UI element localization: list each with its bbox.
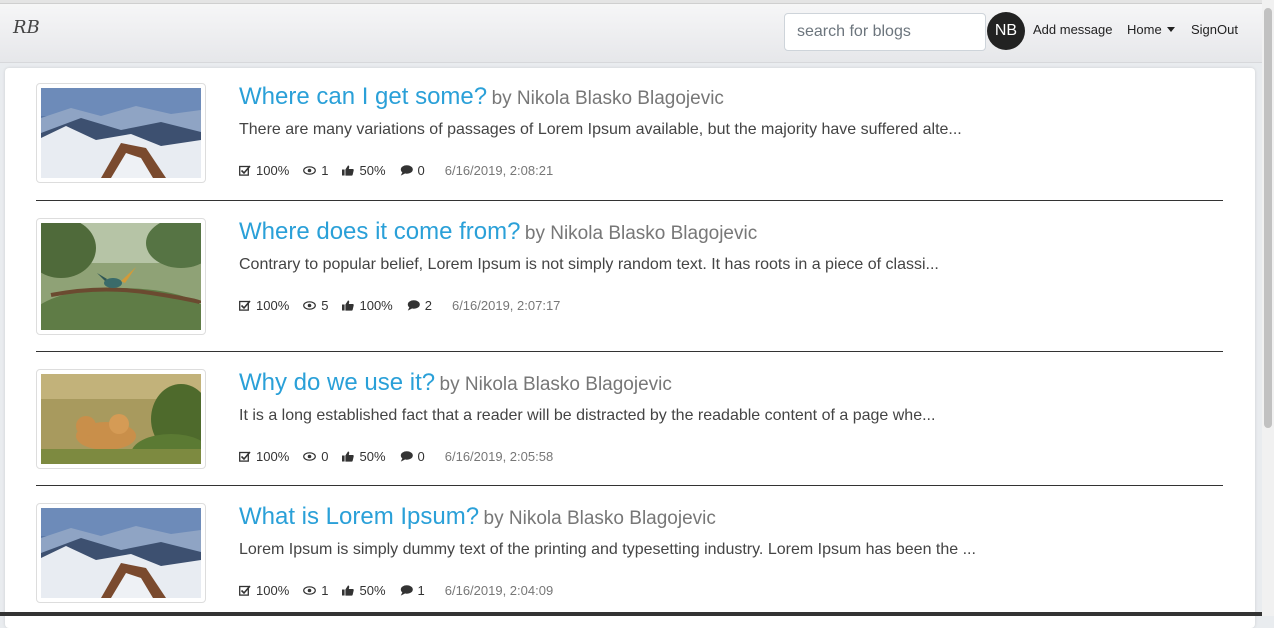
thumbs-up-icon: [342, 451, 355, 462]
comments-stat: 0: [400, 449, 425, 464]
rating-stat: 100%: [239, 583, 289, 598]
post-title-row: Where can I get some? by Nikola Blasko B…: [239, 83, 724, 111]
eye-icon: [303, 166, 317, 175]
post-meta: 100% 0 50% 0 6/16/2019, 2:05:58: [239, 449, 553, 464]
brand-logo[interactable]: RB: [13, 17, 40, 38]
scrollbar-thumb[interactable]: [1264, 8, 1272, 428]
post-title-link[interactable]: Where does it come from?: [239, 218, 520, 245]
rating-stat: 100%: [239, 163, 289, 178]
views-value: 1: [321, 163, 329, 178]
lion-cubs-image: [41, 374, 201, 464]
post-meta: 100% 5 100% 2 6/16/2019, 2:07:17: [239, 298, 560, 313]
eye-icon: [303, 301, 317, 310]
thumbs-up-icon: [342, 300, 355, 311]
check-square-icon: [239, 300, 251, 311]
likes-stat: 50%: [342, 449, 386, 464]
comments-value: 1: [417, 583, 425, 598]
post-title-link[interactable]: Where can I get some?: [239, 83, 487, 110]
check-square-icon: [239, 165, 251, 176]
views-value: 0: [321, 449, 329, 464]
rating-value: 100%: [256, 583, 290, 598]
likes-value: 50%: [359, 163, 386, 178]
comment-icon: [400, 451, 413, 462]
comment-icon: [400, 585, 413, 596]
search-input[interactable]: [784, 13, 986, 51]
blog-post: Why do we use it? by Nikola Blasko Blago…: [36, 369, 1223, 486]
post-thumbnail[interactable]: [36, 218, 206, 335]
home-label: Home: [1127, 22, 1162, 37]
check-square-icon: [239, 585, 251, 596]
blog-post: Where does it come from? by Nikola Blask…: [36, 218, 1223, 352]
post-meta: 100% 1 50% 0 6/16/2019, 2:08:21: [239, 163, 553, 178]
post-author: by Nikola Blasko Blagojevic: [491, 88, 724, 109]
signout-link[interactable]: SignOut: [1191, 22, 1238, 37]
post-meta: 100% 1 50% 1 6/16/2019, 2:04:09: [239, 583, 553, 598]
views-stat: 1: [303, 163, 328, 178]
post-thumbnail[interactable]: [36, 503, 206, 603]
post-thumbnail[interactable]: [36, 369, 206, 469]
blog-post: Where can I get some? by Nikola Blasko B…: [36, 83, 1223, 201]
post-excerpt: It is a long established fact that a rea…: [239, 407, 936, 424]
post-thumbnail[interactable]: [36, 83, 206, 183]
rating-value: 100%: [256, 163, 290, 178]
post-title-row: What is Lorem Ipsum? by Nikola Blasko Bl…: [239, 503, 716, 531]
comments-value: 2: [424, 298, 432, 313]
user-avatar[interactable]: NB: [987, 12, 1025, 50]
comments-stat: 2: [407, 298, 432, 313]
comments-stat: 1: [400, 583, 425, 598]
comments-value: 0: [417, 163, 425, 178]
post-author: by Nikola Blasko Blagojevic: [439, 374, 672, 395]
rating-stat: 100%: [239, 298, 289, 313]
post-date: 6/16/2019, 2:07:17: [451, 298, 561, 313]
post-excerpt: Lorem Ipsum is simply dummy text of the …: [239, 541, 976, 558]
likes-stat: 100%: [342, 298, 393, 313]
comment-icon: [407, 300, 420, 311]
mountain-image: [41, 508, 201, 598]
views-value: 1: [321, 583, 329, 598]
add-message-link[interactable]: Add message: [1033, 22, 1113, 37]
bird-image: [41, 223, 201, 330]
likes-stat: 50%: [342, 163, 386, 178]
check-square-icon: [239, 451, 251, 462]
caret-down-icon: [1166, 27, 1175, 32]
views-value: 5: [321, 298, 329, 313]
rating-value: 100%: [256, 298, 290, 313]
post-title-row: Why do we use it? by Nikola Blasko Blago…: [239, 369, 672, 397]
views-stat: 5: [303, 298, 328, 313]
post-title-link[interactable]: What is Lorem Ipsum?: [239, 503, 479, 530]
eye-icon: [303, 452, 317, 461]
rating-stat: 100%: [239, 449, 289, 464]
views-stat: 1: [303, 583, 328, 598]
thumbs-up-icon: [342, 165, 355, 176]
post-excerpt: There are many variations of passages of…: [239, 121, 962, 138]
comment-icon: [400, 165, 413, 176]
views-stat: 0: [303, 449, 328, 464]
mountain-image: [41, 88, 201, 178]
comments-value: 0: [417, 449, 425, 464]
likes-value: 50%: [359, 583, 386, 598]
comments-stat: 0: [400, 163, 425, 178]
likes-value: 100%: [359, 298, 393, 313]
navbar: RB NB Add message Home SignOut: [0, 4, 1262, 63]
window-bottom-edge: [0, 612, 1262, 616]
thumbs-up-icon: [342, 585, 355, 596]
blog-post: What is Lorem Ipsum? by Nikola Blasko Bl…: [36, 503, 1223, 613]
post-date: 6/16/2019, 2:04:09: [444, 583, 554, 598]
post-date: 6/16/2019, 2:05:58: [444, 449, 554, 464]
home-dropdown[interactable]: Home: [1127, 22, 1175, 37]
post-author: by Nikola Blasko Blagojevic: [524, 223, 758, 244]
eye-icon: [303, 586, 317, 595]
vertical-scrollbar[interactable]: [1262, 0, 1274, 616]
rating-value: 100%: [256, 449, 290, 464]
post-date: 6/16/2019, 2:08:21: [444, 163, 554, 178]
post-excerpt: Contrary to popular belief, Lorem Ipsum …: [239, 256, 939, 273]
likes-stat: 50%: [342, 583, 386, 598]
post-title-row: Where does it come from? by Nikola Blask…: [239, 218, 757, 246]
blog-list: Where can I get some? by Nikola Blasko B…: [5, 68, 1255, 628]
post-title-link[interactable]: Why do we use it?: [239, 369, 435, 396]
likes-value: 50%: [359, 449, 386, 464]
post-author: by Nikola Blasko Blagojevic: [483, 508, 716, 529]
